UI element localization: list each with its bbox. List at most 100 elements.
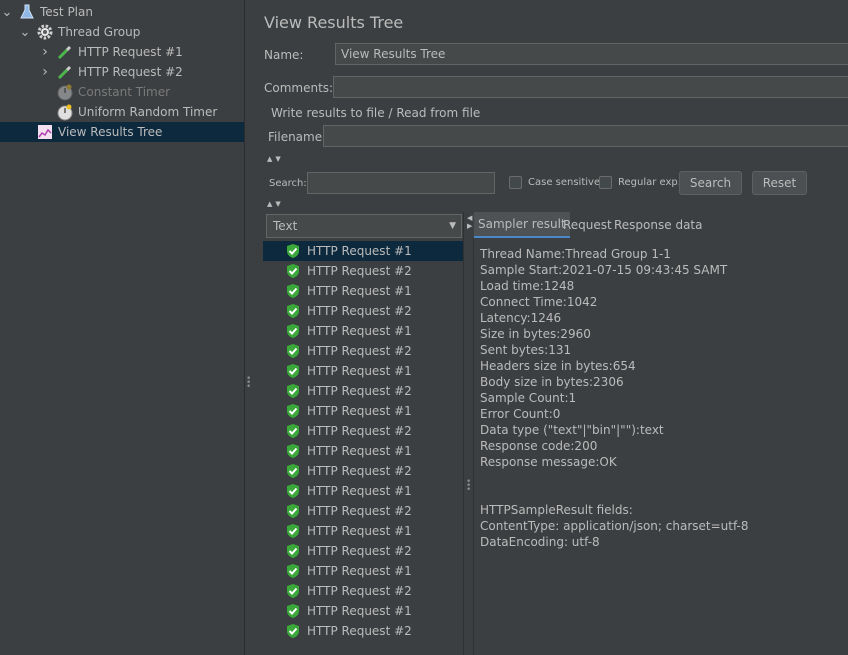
regular-exp-label: Regular exp. [618, 177, 681, 188]
comments-field[interactable] [333, 76, 848, 98]
result-item[interactable]: HTTP Request #2 [263, 581, 463, 601]
tree-node-label: Test Plan [40, 5, 93, 19]
chart-icon [36, 123, 54, 141]
success-shield-icon [285, 363, 301, 379]
result-item[interactable]: HTTP Request #1 [263, 361, 463, 381]
result-item-label: HTTP Request #2 [307, 584, 412, 598]
tab-sampler-result[interactable]: Sampler result [474, 212, 570, 238]
result-item-label: HTTP Request #2 [307, 344, 412, 358]
result-item-label: HTTP Request #1 [307, 604, 412, 618]
result-item[interactable]: HTTP Request #2 [263, 621, 463, 641]
filename-field[interactable] [323, 125, 848, 147]
sampler-result-line: Load time:1248 [480, 279, 575, 293]
result-item[interactable]: HTTP Request #1 [263, 241, 463, 261]
success-shield-icon [285, 523, 301, 539]
success-shield-icon [285, 283, 301, 299]
result-item[interactable]: HTTP Request #2 [263, 461, 463, 481]
splitter-handle[interactable]: • • • [246, 375, 251, 392]
case-sensitive-checkbox[interactable] [509, 176, 522, 189]
success-shield-icon [285, 403, 301, 419]
test-plan-tree: ⌄ Test Plan ⌄ Thread Group › HTTP Request #1 ›… [0, 0, 245, 655]
sampler-result-line: Response message:OK [480, 455, 617, 469]
tree-node[interactable]: Uniform Random Timer [0, 102, 244, 122]
sampler-result-line: Sample Start:2021-07-15 09:43:45 SAMT [480, 263, 728, 277]
sampler-result-line: Latency:1246 [480, 311, 562, 325]
result-item-label: HTTP Request #1 [307, 444, 412, 458]
search-input[interactable] [307, 172, 495, 194]
success-shield-icon [285, 263, 301, 279]
result-item[interactable]: HTTP Request #2 [263, 261, 463, 281]
tree-node-label: View Results Tree [58, 125, 163, 139]
result-item-label: HTTP Request #2 [307, 264, 412, 278]
collapse-arrows-icon[interactable]: ▲▼ [267, 200, 284, 208]
chevron-down-icon[interactable]: ⌄ [20, 22, 31, 42]
result-item-label: HTTP Request #1 [307, 364, 412, 378]
success-shield-icon [285, 243, 301, 259]
tree-node[interactable]: › HTTP Request #2 [0, 62, 244, 82]
result-item-label: HTTP Request #1 [307, 484, 412, 498]
pipette-icon [56, 63, 74, 81]
result-item[interactable]: HTTP Request #1 [263, 321, 463, 341]
tree-node[interactable]: Constant Timer [0, 82, 244, 102]
tree-node[interactable]: › HTTP Request #1 [0, 42, 244, 62]
tab-request[interactable]: Request [559, 212, 616, 238]
result-item[interactable]: HTTP Request #2 [263, 301, 463, 321]
result-item-label: HTTP Request #1 [307, 244, 412, 258]
result-item[interactable]: HTTP Request #1 [263, 281, 463, 301]
tree-node-label: HTTP Request #1 [78, 45, 183, 59]
result-item[interactable]: HTTP Request #1 [263, 401, 463, 421]
sampler-result-line: Sample Count:1 [480, 391, 577, 405]
tree-node[interactable]: View Results Tree [0, 122, 244, 142]
result-item[interactable]: HTTP Request #2 [263, 501, 463, 521]
success-shield-icon [285, 563, 301, 579]
result-item-label: HTTP Request #2 [307, 544, 412, 558]
chevron-down-icon[interactable]: ⌄ [2, 2, 13, 22]
result-item-label: HTTP Request #1 [307, 524, 412, 538]
success-shield-icon [285, 623, 301, 639]
chevron-right-icon[interactable]: › [40, 62, 50, 82]
result-item-label: HTTP Request #2 [307, 464, 412, 478]
sampler-result-line: Size in bytes:2960 [480, 327, 591, 341]
regular-exp-checkbox[interactable] [599, 176, 612, 189]
result-item[interactable]: HTTP Request #2 [263, 541, 463, 561]
result-item[interactable]: HTTP Request #1 [263, 561, 463, 581]
tree-node-label: Thread Group [58, 25, 141, 39]
renderer-dropdown[interactable]: Text ▼ [266, 214, 462, 238]
success-shield-icon [285, 443, 301, 459]
result-item[interactable]: HTTP Request #1 [263, 601, 463, 621]
comments-label: Comments: [264, 81, 334, 95]
tree-node-label: Constant Timer [78, 85, 171, 99]
result-item[interactable]: HTTP Request #1 [263, 521, 463, 541]
result-item-label: HTTP Request #1 [307, 404, 412, 418]
result-item-label: HTTP Request #2 [307, 384, 412, 398]
result-item-label: HTTP Request #2 [307, 424, 412, 438]
result-item[interactable]: HTTP Request #2 [263, 381, 463, 401]
sampler-result-line: HTTPSampleResult fields: [480, 503, 633, 517]
success-shield-icon [285, 503, 301, 519]
result-item-label: HTTP Request #2 [307, 304, 412, 318]
result-item[interactable]: HTTP Request #1 [263, 481, 463, 501]
flask-icon [18, 3, 36, 21]
search-label: Search: [269, 178, 307, 189]
sampler-result-line: Response code:200 [480, 439, 598, 453]
tab-response-data[interactable]: Response data [610, 212, 706, 238]
tree-node[interactable]: ⌄ Thread Group [0, 22, 244, 42]
name-field[interactable]: View Results Tree [335, 43, 848, 65]
timer-icon [56, 103, 74, 121]
sampler-result-line: Thread Name:Thread Group 1-1 [480, 247, 671, 261]
sampler-result-line: DataEncoding: utf-8 [480, 535, 600, 549]
success-shield-icon [285, 583, 301, 599]
search-button[interactable]: Search [679, 171, 742, 195]
timer-icon [56, 83, 74, 101]
chevron-right-icon[interactable]: › [40, 42, 50, 62]
reset-button[interactable]: Reset [752, 171, 807, 195]
result-item[interactable]: HTTP Request #2 [263, 341, 463, 361]
success-shield-icon [285, 463, 301, 479]
result-item-label: HTTP Request #1 [307, 284, 412, 298]
tree-node[interactable]: ⌄ Test Plan [0, 2, 244, 22]
sampler-result-line: Body size in bytes:2306 [480, 375, 624, 389]
result-item[interactable]: HTTP Request #1 [263, 441, 463, 461]
result-item[interactable]: HTTP Request #2 [263, 421, 463, 441]
success-shield-icon [285, 303, 301, 319]
collapse-arrows-icon[interactable]: ▲▼ [267, 155, 284, 163]
